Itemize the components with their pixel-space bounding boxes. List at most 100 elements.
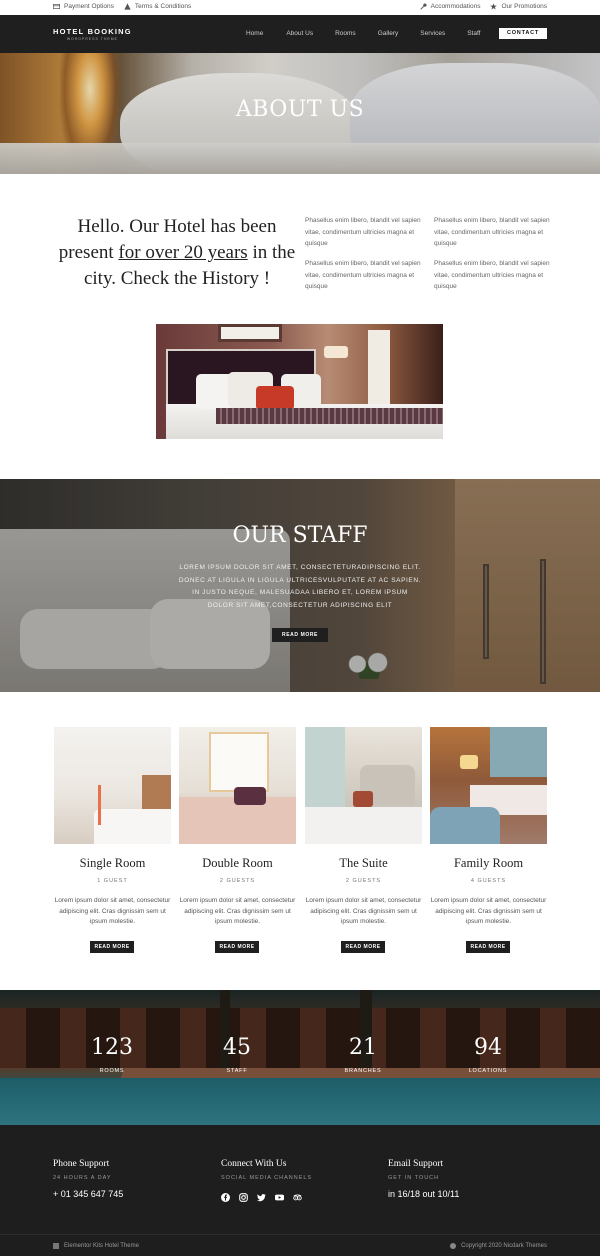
footer-col-subtitle: 24 HOURS A DAY: [53, 1175, 112, 1181]
room-description: Lorem ipsum dolor sit amet, consectetur …: [305, 897, 422, 925]
history-link[interactable]: for over 20 years: [118, 242, 247, 263]
room-image[interactable]: [430, 727, 547, 844]
card-icon: [53, 4, 60, 9]
footer-email-support: Email Support GET IN TOUCH in 16/18 out …: [388, 1159, 459, 1199]
intro-paragraph: Phasellus enim libero, blandit vel sapie…: [305, 217, 421, 247]
stat-number: 94: [474, 1035, 502, 1060]
theme-credit-link[interactable]: Elementor Kits Hotel Theme: [64, 1243, 139, 1249]
stat-branches: 21 BRANCHES: [303, 1036, 423, 1075]
staff-section: OUR STAFF Lorem ipsum dolor sit amet, co…: [0, 479, 600, 692]
hotel-room-photo: [156, 324, 443, 439]
twitter-icon[interactable]: [257, 1189, 266, 1207]
page-title: ABOUT US: [235, 97, 365, 122]
footer-col-subtitle: SOCIAL MEDIA CHANNELS: [221, 1175, 313, 1181]
nav-gallery[interactable]: Gallery: [378, 30, 399, 37]
nav-about-us[interactable]: About Us: [286, 30, 313, 37]
room-read-more-button[interactable]: READ MORE: [466, 941, 510, 953]
footer-col-subtitle: GET IN TOUCH: [388, 1175, 440, 1181]
room-bed-shape: [94, 809, 171, 844]
room-guests: 4 GUESTS: [470, 878, 507, 884]
room-card-single: Single Room 1 GUEST Lorem ipsum dolor si…: [54, 727, 171, 953]
room-card-suite: The Suite 2 GUESTS Lorem ipsum dolor sit…: [305, 727, 422, 953]
room-image[interactable]: [179, 727, 296, 844]
nav-home[interactable]: Home: [246, 30, 263, 37]
instagram-icon[interactable]: [239, 1189, 248, 1207]
room-pillow-shape: [234, 787, 266, 805]
room-card-family: Family Room 4 GUESTS Lorem ipsum dolor s…: [430, 727, 547, 953]
warning-icon: [124, 3, 131, 10]
stat-rooms: 123 ROOMS: [52, 1035, 172, 1075]
room-lamp: [324, 346, 348, 358]
room-description: Lorem ipsum dolor sit amet, consectetur …: [430, 897, 547, 925]
nav-services[interactable]: Services: [420, 30, 445, 37]
terms-conditions-link[interactable]: Terms & Conditions: [124, 3, 191, 10]
elementor-icon: [53, 1243, 59, 1249]
accommodations-label: Accommodations: [430, 3, 481, 10]
star-icon: [490, 3, 498, 10]
copyright-icon: [450, 1243, 457, 1249]
promotions-link[interactable]: Our Promotions: [490, 3, 547, 10]
stat-label: BRANCHES: [344, 1068, 382, 1074]
room-read-more-button[interactable]: READ MORE: [90, 941, 134, 953]
accommodations-link[interactable]: Accommodations: [419, 3, 481, 10]
site-footer: Phone Support 24 HOURS A DAY + 01 345 64…: [0, 1125, 600, 1234]
room-pillow-shape: [353, 791, 373, 807]
room-image[interactable]: [305, 727, 422, 844]
intro-heading: Hello. Our Hotel has been present for ov…: [58, 214, 296, 292]
site-logo[interactable]: HOTEL BOOKING WORDPRESS THEME: [53, 27, 132, 41]
room-read-more-button[interactable]: READ MORE: [341, 941, 385, 953]
room-name: Single Room: [79, 856, 146, 870]
intro-paragraph: Phasellus enim libero, blandit vel sapie…: [434, 260, 550, 290]
footer-col-title: Phone Support: [53, 1159, 110, 1169]
stat-label: LOCATIONS: [468, 1068, 508, 1074]
room-card-double: Double Room 2 GUESTS Lorem ipsum dolor s…: [179, 727, 296, 953]
copyright-text: Copyright 2020 Nicdark Themes: [461, 1243, 547, 1249]
facebook-icon[interactable]: [221, 1189, 230, 1207]
room-door: [368, 330, 390, 410]
stat-locations: 94 LOCATIONS: [428, 1035, 548, 1075]
room-lamp-shape: [98, 785, 101, 825]
tripadvisor-icon[interactable]: [293, 1189, 302, 1207]
footer-bottom-right: Copyright 2020 Nicdark Themes: [450, 1243, 547, 1249]
room-description: Lorem ipsum dolor sit amet, consectetur …: [179, 897, 296, 925]
room-red-cushion: [256, 386, 294, 410]
room-name: The Suite: [339, 856, 388, 870]
staff-description: Lorem ipsum dolor sit amet, consectetura…: [178, 564, 422, 609]
phone-number-link[interactable]: + 01 345 647 745: [53, 1189, 123, 1199]
room-guests: 1 GUEST: [97, 878, 128, 884]
top-utility-bar: Payment Options Terms & Conditions Accom…: [0, 0, 600, 15]
room-name: Double Room: [202, 856, 273, 870]
stat-number: 45: [223, 1035, 251, 1060]
stat-label: STAFF: [226, 1068, 248, 1074]
room-picture-frame: [218, 324, 282, 342]
contact-button[interactable]: CONTACT: [499, 28, 547, 39]
topbar-left-group: Payment Options Terms & Conditions: [53, 3, 191, 10]
room-guests: 2 GUESTS: [345, 878, 382, 884]
logo-subtitle: WORDPRESS THEME: [66, 37, 118, 41]
footer-email-value: in 16/18 out 10/11: [388, 1189, 460, 1199]
staff-read-more-button[interactable]: READ MORE: [272, 628, 328, 642]
nav-rooms[interactable]: Rooms: [335, 30, 356, 37]
room-read-more-button[interactable]: READ MORE: [215, 941, 259, 953]
footer-phone-support: Phone Support 24 HOURS A DAY + 01 345 64…: [53, 1159, 123, 1199]
room-bed-throw: [216, 408, 443, 424]
stat-label: ROOMS: [99, 1068, 125, 1074]
stat-number: 123: [91, 1035, 133, 1060]
room-chair-shape: [430, 807, 500, 844]
footer-col-title: Connect With Us: [221, 1159, 287, 1169]
stats-section: 123 ROOMS 45 STAFF 21 BRANCHES 94 LOCATI…: [0, 990, 600, 1125]
room-image[interactable]: [54, 727, 171, 844]
nav-menu: Home About Us Rooms Gallery Services Sta…: [246, 30, 502, 37]
youtube-icon[interactable]: [275, 1189, 284, 1207]
payment-options-label: Payment Options: [64, 3, 114, 10]
hero-banner: ABOUT US: [0, 53, 600, 174]
nav-staff[interactable]: Staff: [467, 30, 480, 37]
promotions-label: Our Promotions: [501, 3, 547, 10]
terms-conditions-label: Terms & Conditions: [134, 3, 192, 10]
payment-options-link[interactable]: Payment Options: [53, 3, 114, 10]
room-bed-shape: [305, 807, 422, 844]
logo-title: HOTEL BOOKING: [53, 27, 132, 36]
footer-connect: Connect With Us SOCIAL MEDIA CHANNELS: [221, 1159, 312, 1207]
footer-bottom-left: Elementor Kits Hotel Theme: [53, 1243, 139, 1249]
room-lamp-shape: [460, 755, 478, 769]
